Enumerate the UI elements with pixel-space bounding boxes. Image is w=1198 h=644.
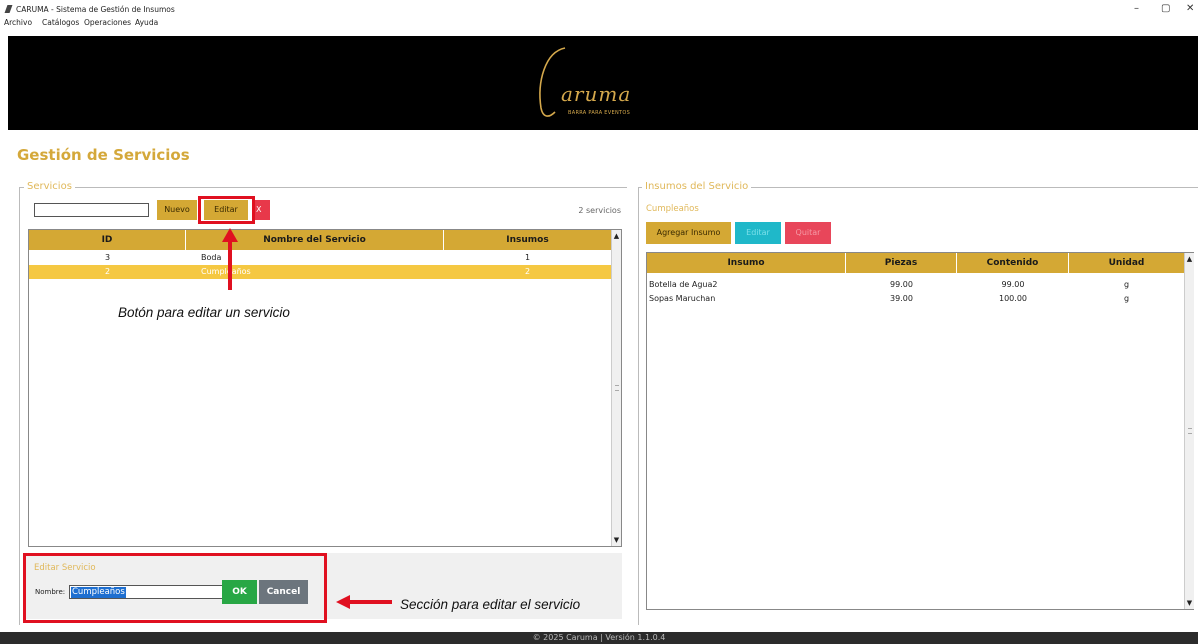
- row-id: 3: [104, 253, 111, 262]
- row-contenido: 99.00: [1001, 280, 1025, 289]
- logo-subtitle: BARRA PARA EVENTOS: [568, 110, 631, 116]
- row-contenido: 100.00: [999, 294, 1027, 303]
- servicios-search-input[interactable]: [34, 203, 149, 217]
- feather-icon: [4, 5, 13, 13]
- edit-section-highlight-box: [23, 553, 327, 623]
- servicios-group-label: Servicios: [24, 181, 75, 192]
- agregar-insumo-button[interactable]: Agregar Insumo: [646, 222, 731, 244]
- col-insumo[interactable]: Insumo: [647, 253, 846, 273]
- row-insumos: 1: [524, 253, 531, 262]
- table-row[interactable]: 3 Boda 1: [29, 251, 611, 265]
- row-id: 2: [104, 267, 111, 276]
- servicios-table[interactable]: ID Nombre del Servicio Insumos 3 Boda 1 …: [28, 229, 622, 547]
- row-unidad: g: [1123, 280, 1130, 289]
- servicios-group-border: [19, 187, 627, 188]
- servicios-group-left-edge: [19, 187, 20, 625]
- table-row-selected[interactable]: 2 Cumpleaños 2: [29, 265, 611, 279]
- edit-section-annotation: Sección para editar el servicio: [400, 597, 581, 612]
- row-insumos: 2: [524, 267, 531, 276]
- table-row[interactable]: Botella de Agua2 99.00 99.00 g: [647, 278, 1184, 292]
- menu-archivo[interactable]: Archivo: [4, 18, 32, 27]
- row-piezas: 99.00: [890, 280, 913, 289]
- row-insumo: Sopas Maruchan: [649, 294, 716, 303]
- window-title: CARUMA - Sistema de Gestión de Insumos: [16, 5, 175, 14]
- scroll-down-arrow-icon[interactable]: ▼: [1185, 597, 1194, 609]
- footer-text: © 2025 Caruma | Versión 1.1.0.4: [532, 633, 666, 642]
- insumos-group-label: Insumos del Servicio: [642, 181, 752, 192]
- servicios-table-header: ID Nombre del Servicio Insumos: [29, 230, 611, 250]
- editar-highlight-box: [198, 196, 255, 224]
- up-arrow-icon: [222, 228, 238, 290]
- logo-wordmark: aruma: [561, 82, 632, 106]
- insumos-group-left-edge: [638, 187, 639, 625]
- menu-operaciones[interactable]: Operaciones: [84, 18, 131, 27]
- row-insumo: Botella de Agua2: [649, 280, 718, 289]
- table-row[interactable]: Sopas Maruchan 39.00 100.00 g: [647, 292, 1184, 306]
- servicios-count: 2 servicios: [578, 206, 621, 215]
- col-unidad[interactable]: Unidad: [1069, 253, 1184, 273]
- menu-ayuda[interactable]: Ayuda: [135, 18, 158, 27]
- title-bar: CARUMA - Sistema de Gestión de Insumos –…: [0, 0, 1198, 18]
- insumos-scrollbar[interactable]: ▲ ▼: [1184, 253, 1194, 609]
- menu-bar: Archivo Catálogos Operaciones Ayuda: [0, 18, 1198, 30]
- col-insumos[interactable]: Insumos: [444, 230, 611, 250]
- col-contenido[interactable]: Contenido: [957, 253, 1069, 273]
- brand-banner: aruma BARRA PARA EVENTOS: [8, 36, 1198, 130]
- footer: © 2025 Caruma | Versión 1.1.0.4: [0, 632, 1198, 644]
- caruma-logo: aruma BARRA PARA EVENTOS: [531, 38, 671, 128]
- menu-catalogos[interactable]: Catálogos: [42, 18, 79, 27]
- row-unidad: g: [1123, 294, 1130, 303]
- scroll-grip-icon[interactable]: [1188, 428, 1192, 434]
- scroll-grip-icon[interactable]: [615, 385, 619, 391]
- col-piezas[interactable]: Piezas: [846, 253, 957, 273]
- minimize-button[interactable]: –: [1134, 3, 1139, 14]
- col-id[interactable]: ID: [29, 230, 186, 250]
- page-title: Gestión de Servicios: [17, 146, 190, 164]
- scroll-up-arrow-icon[interactable]: ▲: [1185, 253, 1194, 265]
- servicios-scrollbar[interactable]: ▲ ▼: [611, 230, 621, 546]
- left-arrow-icon: [336, 595, 392, 609]
- insumos-table-header: Insumo Piezas Contenido Unidad: [647, 253, 1184, 273]
- selected-service-name: Cumpleaños: [646, 204, 699, 214]
- app-window: CARUMA - Sistema de Gestión de Insumos –…: [0, 0, 1198, 644]
- row-nombre: Boda: [201, 253, 222, 262]
- row-piezas: 39.00: [890, 294, 913, 303]
- close-button[interactable]: ✕: [1186, 3, 1194, 14]
- editar-insumo-button[interactable]: Editar: [735, 222, 781, 244]
- maximize-button[interactable]: ▢: [1161, 3, 1170, 14]
- insumos-table[interactable]: Insumo Piezas Contenido Unidad Botella d…: [646, 252, 1194, 610]
- scroll-down-arrow-icon[interactable]: ▼: [612, 534, 621, 546]
- nuevo-button[interactable]: Nuevo: [157, 200, 197, 220]
- scroll-up-arrow-icon[interactable]: ▲: [612, 230, 621, 242]
- quitar-insumo-button[interactable]: Quitar: [785, 222, 831, 244]
- edit-button-annotation: Botón para editar un servicio: [118, 305, 290, 320]
